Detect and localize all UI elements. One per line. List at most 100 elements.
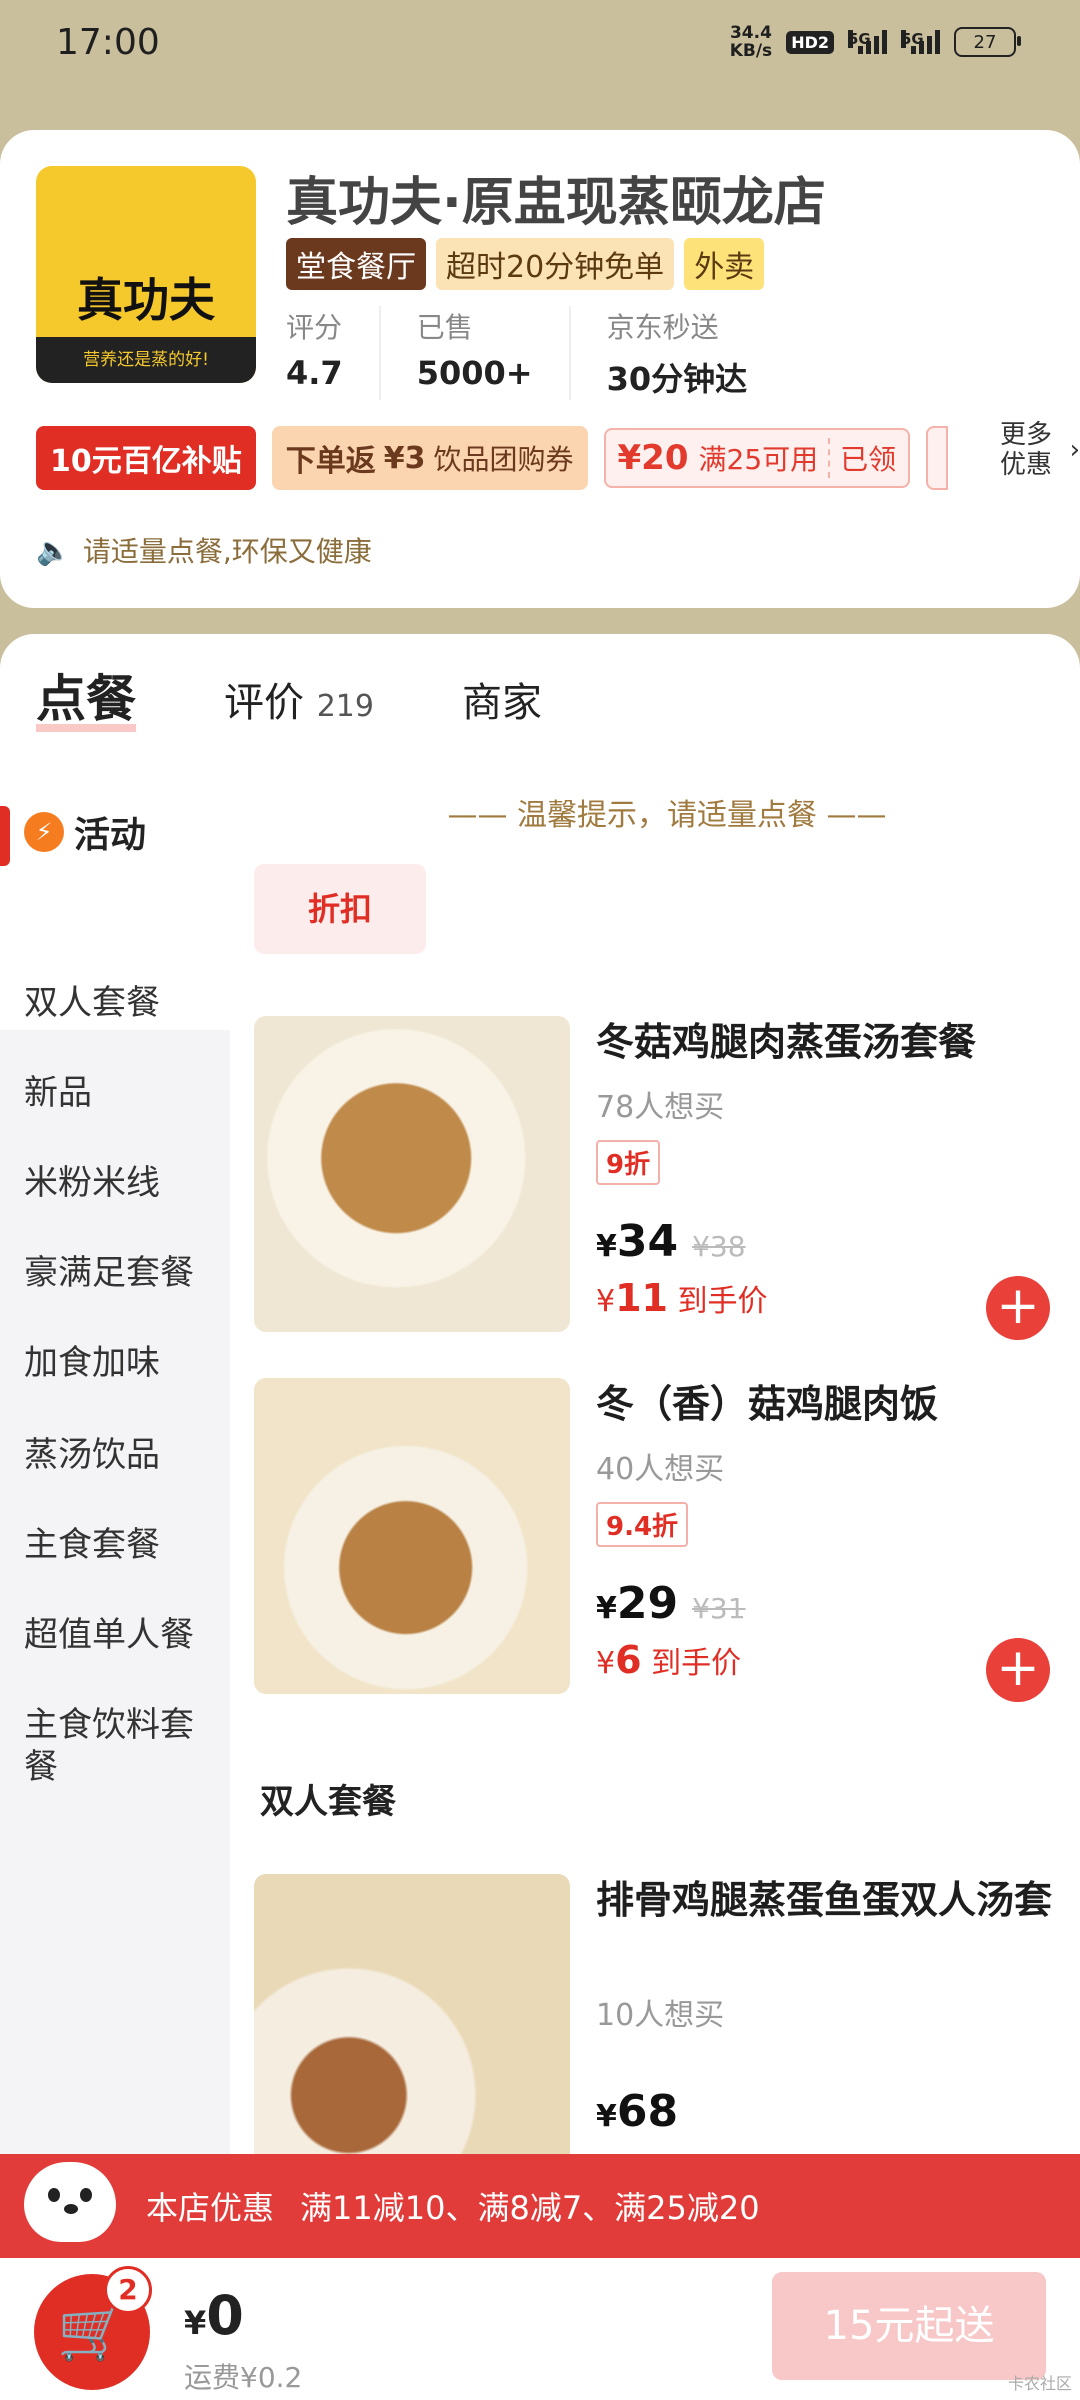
sidebar-item-new[interactable]: 新品 [24, 1072, 214, 1114]
store-name: 真功夫·原盅现蒸颐龙店 [286, 173, 826, 233]
price-value: 34 [616, 1216, 679, 1267]
store-coupon[interactable]: ¥20 满25可用 已领 [603, 428, 911, 488]
signal-icon: 5G [848, 30, 887, 54]
joy-dog-mascot-icon [18, 2154, 128, 2258]
dish-title: 冬菇鸡腿肉蒸蛋汤套餐 [596, 1020, 977, 1064]
stat-value: 4.7 [286, 354, 343, 392]
tab-order[interactable]: 点餐 [36, 674, 136, 732]
dish-sales: 78人想买 [596, 1090, 725, 1125]
store-logo: 真功夫 营养还是蒸的好! [36, 166, 256, 383]
add-to-cart-button[interactable]: + [986, 1638, 1050, 1702]
signal-icon-2: 5G [901, 30, 940, 54]
rebate-coupon[interactable]: 下单返 ¥3 饮品团购券 [271, 426, 588, 490]
signal-label-2: 5G [901, 30, 924, 48]
sidebar-active-indicator [0, 806, 10, 866]
store-promo-bar[interactable]: 本店优惠 满11减10、满8减7、满25减20 [0, 2154, 1080, 2258]
sidebar-item-soups-drinks[interactable]: 蒸汤饮品 [24, 1434, 214, 1476]
sidebar-item-single-meal[interactable]: 超值单人餐 [24, 1614, 214, 1656]
promo-bar-label: 本店优惠 [146, 2189, 275, 2227]
hd-icon: HD2 [786, 30, 834, 54]
store-tags: 堂食餐厅 超时20分钟免单 外卖 [286, 238, 765, 290]
dish-image[interactable] [254, 1874, 570, 2190]
price-value: 68 [616, 2086, 679, 2137]
more-offers-label: 更多优惠 [1000, 420, 1053, 480]
currency-symbol: ¥ [596, 1591, 617, 1626]
stat-label: 京东秒送 [606, 311, 719, 344]
stat-value: 30分钟达 [606, 360, 748, 398]
price-value: 29 [616, 1578, 679, 1629]
dish-sales: 40人想买 [596, 1452, 725, 1487]
cart-bar: 🛒 2 ¥0 运费¥0.2 15元起送 卡农社区 [0, 2258, 1080, 2400]
stat-label: 已售 [416, 311, 473, 344]
dish-image[interactable] [254, 1016, 570, 1332]
delivery-fee: 运费¥0.2 [184, 2361, 303, 2394]
cart-total: ¥0 [184, 2284, 244, 2347]
stat-delivery-time: 京东秒送 30分钟达 [607, 306, 784, 400]
promo-bar-text: 满11减10、满8减7、满25减20 [300, 2189, 760, 2227]
cart-count-badge: 2 [104, 2266, 152, 2314]
dish-price: ¥68 [596, 2086, 678, 2137]
stat-rating[interactable]: 评分 4.7 [286, 306, 381, 400]
speaker-icon: 🔈 [36, 533, 71, 567]
sidebar-item-double-set[interactable]: 双人套餐 [24, 982, 214, 1024]
checkout-button[interactable]: 15元起送 [772, 2272, 1046, 2380]
promo-row: 10元百亿补贴 下单返 ¥3 饮品团购券 ¥20 满25可用 已领 [36, 426, 1080, 490]
final-price: ¥6 到手价 [596, 1638, 741, 1682]
network-speed: 34.4 KB/s [730, 24, 772, 60]
dish-title: 冬（香）菇鸡腿肉饭 [596, 1382, 939, 1426]
sidebar-item-staple-set[interactable]: 主食套餐 [24, 1524, 214, 1566]
status-icons: 34.4 KB/s HD2 5G 5G 27 [730, 24, 1021, 60]
dish-sales: 10人想买 [596, 1998, 725, 2033]
notice-text: 请适量点餐,环保又健康 [82, 535, 372, 568]
subsidy-badge[interactable]: 10元百亿补贴 [36, 426, 256, 490]
dish-title: 排骨鸡腿蒸蛋鱼蛋双人汤套 [596, 1878, 1053, 1922]
menu-item[interactable]: 冬菇鸡腿肉蒸蛋汤套餐 78人想买 9折 ¥34 ¥38 ¥11 到手价 + [254, 1016, 1080, 1340]
next-coupon-stub[interactable] [926, 426, 949, 490]
status-bar: 17:00 34.4 KB/s HD2 5G 5G 27 [0, 0, 1080, 90]
currency-symbol: ¥ [596, 1284, 616, 1319]
dish-image[interactable] [254, 1378, 570, 1694]
tag-delivery: 外卖 [684, 238, 765, 290]
currency-symbol: ¥ [596, 1229, 617, 1264]
final-price-label: 到手价 [677, 1284, 768, 1319]
cart-total-value: 0 [206, 2284, 244, 2347]
logo-slogan: 营养还是蒸的好! [36, 337, 256, 383]
dish-price: ¥34 ¥38 [596, 1216, 746, 1267]
store-notice: 🔈 请适量点餐,环保又健康 [36, 530, 372, 570]
final-price-value: 11 [615, 1276, 668, 1320]
store-stats: 评分 4.7 已售 5000+ 京东秒送 30分钟达 [286, 306, 819, 400]
status-time: 17:00 [56, 22, 160, 63]
section-title-double-set: 双人套餐 [260, 1782, 396, 1822]
more-offers-button[interactable]: 更多优惠 › [1000, 420, 1080, 480]
coupon-divider [828, 438, 831, 478]
stat-sold: 已售 5000+ [417, 306, 571, 400]
final-price-value: 6 [615, 1638, 642, 1682]
sidebar-item-extras[interactable]: 加食加味 [24, 1342, 214, 1384]
add-to-cart-button[interactable]: + [986, 1276, 1050, 1340]
chevron-right-icon: › [1069, 435, 1080, 465]
discount-badge: 9折 [596, 1140, 661, 1185]
rebate-prefix: 下单返 [285, 444, 376, 479]
currency-symbol: ¥ [596, 2099, 617, 2134]
stat-value: 5000+ [416, 354, 533, 392]
sidebar-item-staple-drink-set[interactable]: 主食饮料套餐 [24, 1704, 214, 1788]
old-price: ¥38 [692, 1230, 746, 1263]
network-speed-unit: KB/s [729, 41, 773, 61]
menu-item[interactable]: 冬（香）菇鸡腿肉饭 40人想买 9.4折 ¥29 ¥31 ¥6 到手价 + [254, 1378, 1080, 1702]
final-price: ¥11 到手价 [596, 1276, 768, 1320]
coupon-amount: ¥20 [617, 438, 689, 478]
currency-symbol: ¥ [596, 1646, 616, 1681]
rebate-amount: ¥3 [383, 440, 426, 476]
menu-item[interactable]: 排骨鸡腿蒸蛋鱼蛋双人汤套 10人想买 ¥68 [254, 1874, 1080, 2192]
sidebar-item-deluxe-set[interactable]: 豪满足套餐 [24, 1252, 214, 1294]
tag-dine-in: 堂食餐厅 [286, 238, 426, 290]
sidebar-item-rice-noodle[interactable]: 米粉米线 [24, 1162, 214, 1204]
sidebar-item-activity-label: ⚡ 活动 [24, 806, 146, 858]
filter-chip-discount[interactable]: 折扣 [254, 864, 426, 954]
menu-panel: 点餐 评价 219 商家 ⚡ 活动 双人套餐 新品 米粉米线 豪满足套餐 加食加… [0, 634, 1080, 2400]
battery-icon: 27 [954, 27, 1021, 57]
menu-content: —— 温馨提示，请适量点餐 —— 折扣 冬菇鸡腿肉蒸蛋汤套餐 78人想买 9折 … [254, 634, 1080, 2400]
old-price: ¥31 [692, 1592, 746, 1625]
final-price-label: 到手价 [651, 1646, 742, 1681]
currency-symbol: ¥ [184, 2304, 207, 2342]
